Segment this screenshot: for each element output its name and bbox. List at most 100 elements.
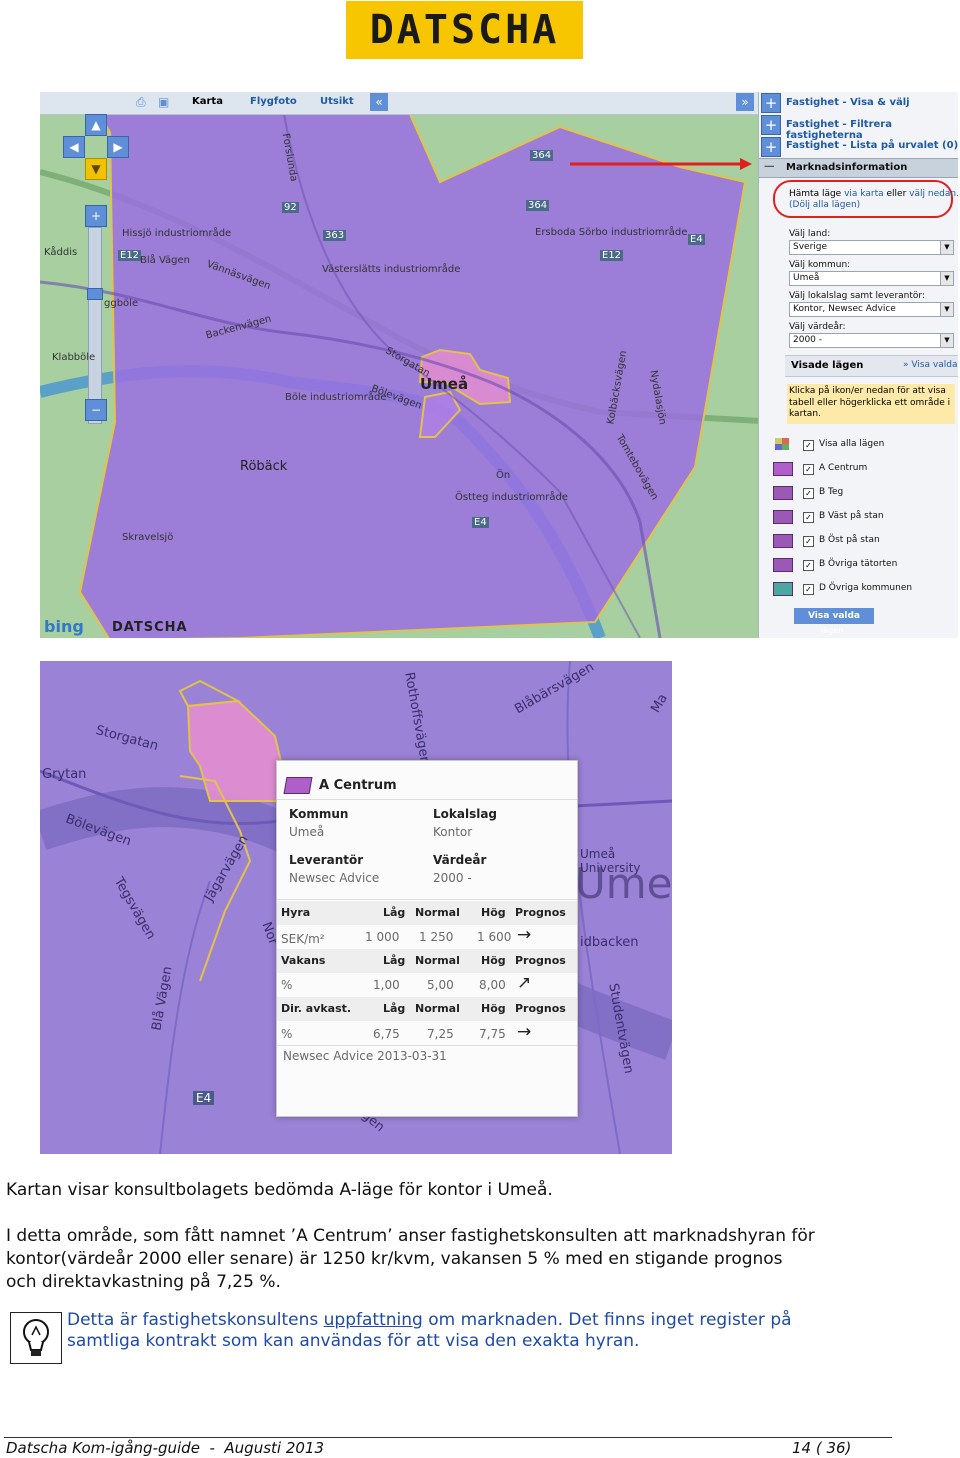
vardear-value: 2000 -: [433, 871, 472, 885]
map-label: idbacken: [580, 935, 639, 950]
visa-valda-button[interactable]: Visa valda: [794, 608, 874, 624]
area-flag-icon: [283, 777, 313, 794]
map-area[interactable]: ⎙ ▣ Karta Flygfoto Utsikt « » ▲ ◀ ▶ ▼ + …: [40, 92, 778, 638]
cell-value: 5,00: [427, 978, 454, 992]
checkbox[interactable]: ✓: [803, 512, 814, 523]
land-select[interactable]: Sverige ▼: [789, 240, 954, 255]
cell-value: 1,00: [373, 978, 400, 992]
col-header: Normal: [415, 954, 460, 967]
area-icon[interactable]: [773, 534, 793, 548]
section-title: Marknadsinformation: [786, 162, 908, 173]
visa-valda-link-label: Visa valda: [911, 360, 958, 370]
via-karta-link[interactable]: via karta: [844, 189, 884, 199]
kommun-select[interactable]: Umeå ▼: [789, 271, 954, 286]
lokalslag-select[interactable]: Kontor, Newsec Advice ▼: [789, 302, 954, 317]
col-header: Normal: [415, 1002, 460, 1015]
checkbox[interactable]: ✓: [803, 584, 814, 595]
link-visa-valj[interactable]: Fastighet - Visa & välj: [786, 97, 910, 108]
neighbour-area: [178, 679, 242, 708]
map-label: Blå Vägen: [140, 255, 190, 266]
col-header: Hög: [481, 954, 506, 967]
link-filtrera[interactable]: Fastighet - Filtrera fastigheterna: [786, 119, 958, 141]
col-header: Låg: [383, 954, 406, 967]
map-label: Röbäck: [240, 459, 288, 474]
vardear-select[interactable]: 2000 - ▼: [789, 333, 954, 348]
pan-up-icon[interactable]: ▲: [85, 114, 107, 136]
leverantor-value: Newsec Advice: [289, 871, 380, 885]
map-screenshot-overview: ⎙ ▣ Karta Flygfoto Utsikt « » ▲ ◀ ▶ ▼ + …: [40, 92, 958, 638]
row-unit: SEK/m²: [281, 932, 325, 946]
visa-valda-link[interactable]: » Visa valda: [903, 360, 957, 370]
cell-value: 1 250: [419, 930, 454, 944]
checkbox[interactable]: ✓: [803, 560, 814, 571]
divider: [277, 799, 577, 800]
map-label: Ersboda Sörbo industriområde: [535, 227, 688, 238]
area-icon[interactable]: [773, 510, 793, 524]
row-name: Hyra: [281, 906, 311, 919]
road-sign: 364: [526, 200, 550, 211]
expand-plus-icon[interactable]: +: [761, 137, 781, 157]
a-centrum-area: [186, 699, 292, 802]
pan-left-icon[interactable]: ◀: [63, 136, 85, 158]
chevron-down-icon[interactable]: ▼: [940, 272, 953, 285]
chevron-down-icon[interactable]: ▼: [940, 241, 953, 254]
road-sign: 363: [323, 230, 347, 241]
kommun-label: Välj kommun:: [789, 260, 851, 270]
divider: [277, 1045, 577, 1046]
zoom-in-icon[interactable]: +: [85, 205, 107, 227]
cell-value: 8,00: [479, 978, 506, 992]
info-box: Klicka på ikon/er nedan för att visa tab…: [787, 384, 955, 424]
map-label: Skravelsjö: [122, 532, 174, 543]
section-header[interactable]: − Marknadsinformation: [759, 157, 958, 178]
tab-utsikt[interactable]: Utsikt: [320, 96, 354, 107]
lokalslag-value: Kontor: [433, 825, 473, 839]
col-header: Låg: [383, 906, 406, 919]
row-name: Vakans: [281, 954, 326, 967]
row-name: Dir. avkast.: [281, 1002, 352, 1015]
col-header: Prognos: [515, 906, 566, 919]
chevron-down-icon[interactable]: ▼: [940, 334, 953, 347]
expand-plus-icon[interactable]: +: [761, 93, 781, 113]
area-icon[interactable]: [773, 582, 793, 596]
collapse-left-icon[interactable]: «: [370, 93, 388, 111]
col-header: Prognos: [515, 954, 566, 967]
link-lista[interactable]: Fastighet - Lista på urvalet (0): [786, 140, 958, 151]
row-unit: %: [281, 1027, 293, 1041]
valj-nedan-link[interactable]: välj nedan.: [909, 189, 958, 199]
checkbox[interactable]: ✓: [803, 464, 814, 475]
tab-karta[interactable]: Karta: [192, 96, 223, 107]
popup-title: A Centrum: [319, 778, 397, 793]
paragraph-line: kontor(värdeår 2000 eller senare) är 125…: [6, 1249, 783, 1269]
print-icon[interactable]: ⎙: [136, 95, 146, 110]
expand-plus-icon[interactable]: +: [761, 115, 781, 135]
trend-arrow-icon: ↗: [517, 973, 532, 993]
area-icon[interactable]: [773, 486, 793, 500]
col-header: Normal: [415, 906, 460, 919]
zoom-handle[interactable]: [87, 288, 103, 300]
item-label: Visa alla lägen: [819, 439, 885, 449]
logo-text: DATSCHA: [369, 7, 560, 53]
zoom-slider[interactable]: [87, 227, 103, 424]
map-icon[interactable]: ▣: [158, 95, 169, 109]
paragraph-line: och direktavkastning på 7,25 %.: [6, 1272, 281, 1292]
lokalslag-label: Välj lokalslag samt leverantör:: [789, 291, 925, 301]
map-screenshot-detail: Storgatan Grytan Bölevägen Jägarvägen Te…: [40, 661, 672, 1154]
road-sign: E4: [688, 234, 705, 245]
row-unit: %: [281, 978, 293, 992]
map-label: Klabböle: [52, 352, 96, 363]
tab-flygfoto[interactable]: Flygfoto: [250, 96, 297, 107]
pan-right-icon[interactable]: ▶: [107, 136, 129, 158]
chevron-down-icon[interactable]: ▼: [940, 303, 953, 316]
dolj-link[interactable]: (Dölj alla lägen): [789, 200, 860, 210]
zoom-out-icon[interactable]: −: [85, 399, 107, 421]
pan-down-icon[interactable]: ▼: [85, 158, 107, 180]
checkbox[interactable]: ✓: [803, 440, 814, 451]
lightbulb-drawing: [23, 1319, 49, 1356]
expand-right-icon[interactable]: »: [736, 93, 754, 111]
lightbulb-icon: [10, 1312, 62, 1364]
checkbox[interactable]: ✓: [803, 536, 814, 547]
area-icon[interactable]: [773, 462, 793, 476]
collapse-minus-icon[interactable]: −: [763, 157, 776, 175]
area-icon[interactable]: [773, 558, 793, 572]
checkbox[interactable]: ✓: [803, 488, 814, 499]
